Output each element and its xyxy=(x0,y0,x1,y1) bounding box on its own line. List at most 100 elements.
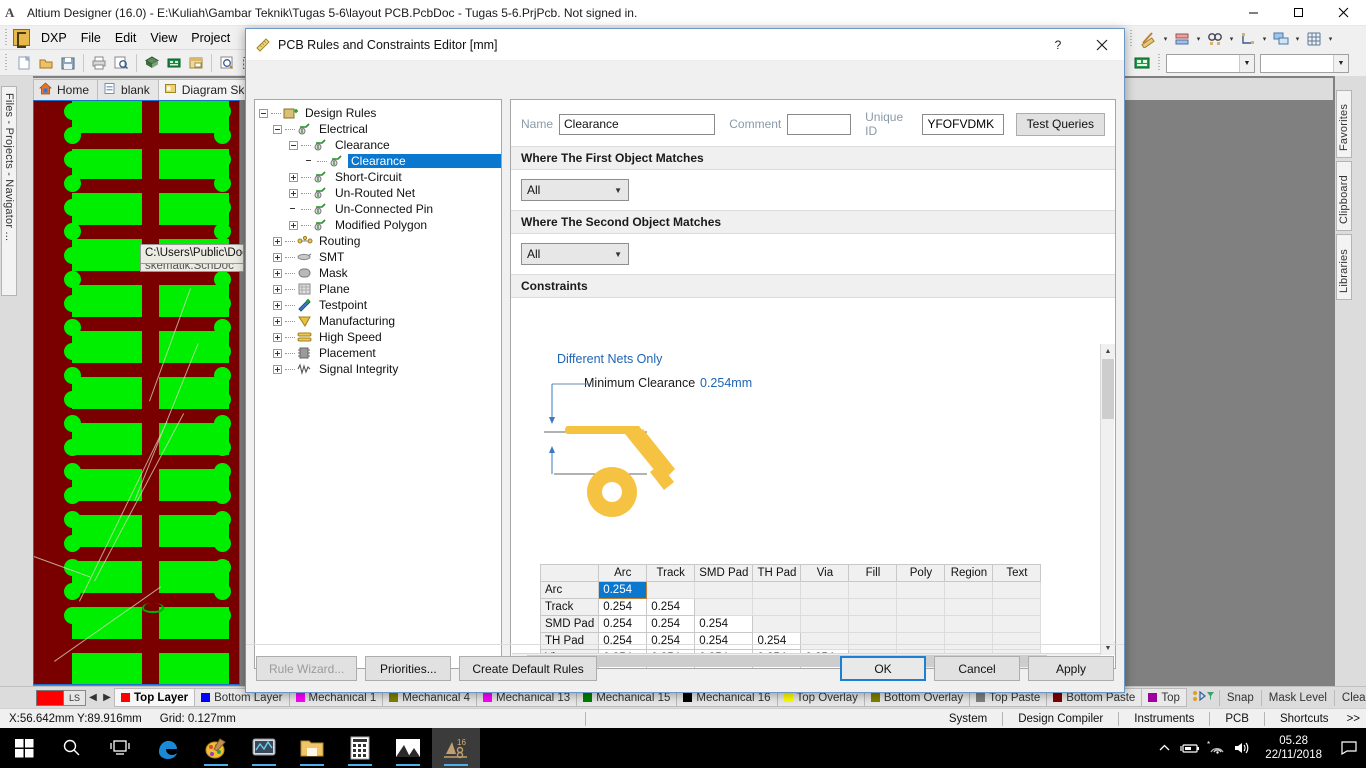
tree-item-short-circuit[interactable]: Short-Circuit xyxy=(255,169,501,185)
menu-dxp[interactable]: DXP xyxy=(34,28,74,48)
tree-item-mask[interactable]: Mask xyxy=(255,265,501,281)
layer-color-swatch[interactable] xyxy=(36,689,64,706)
layer-combo-1[interactable]: ▼ xyxy=(1166,53,1255,73)
expander-minus-icon-2[interactable] xyxy=(273,124,282,134)
taskbar-clock[interactable]: 05.28 22/11/2018 xyxy=(1255,734,1332,762)
layer-tab-top-layer[interactable]: Top Layer xyxy=(114,688,196,707)
grid-dropdown-icon[interactable]: ▾ xyxy=(1325,28,1336,50)
arrange-icon[interactable] xyxy=(1270,28,1292,50)
tree-item-plane[interactable]: Plane xyxy=(255,281,501,297)
tree-item-routing[interactable]: Routing xyxy=(255,233,501,249)
dialog-close-icon[interactable] xyxy=(1080,29,1124,61)
expander-minus-icon-3[interactable] xyxy=(289,140,298,150)
tree-item-testpoint[interactable]: Testpoint xyxy=(255,297,501,313)
filter-icon[interactable] xyxy=(1185,690,1219,705)
matrix-col-via[interactable]: Via xyxy=(800,564,850,582)
status-system-button[interactable]: System xyxy=(940,713,996,725)
mask-level-button[interactable]: Mask Level xyxy=(1260,689,1334,706)
windows-start-icon[interactable] xyxy=(0,728,48,768)
menu-view[interactable]: View xyxy=(143,28,184,48)
chevron-down-icon-second[interactable]: ▼ xyxy=(614,250,622,259)
tree-item-electrical[interactable]: Electrical xyxy=(255,121,501,137)
dimension-dropdown-icon[interactable]: ▾ xyxy=(1259,28,1270,50)
pcb-green-icon[interactable] xyxy=(1131,52,1153,74)
matrix-cell-smd-track[interactable]: 0.254 xyxy=(646,615,696,633)
doc-tab-blank[interactable]: blank xyxy=(97,79,159,100)
expander-plus-icon-manufacturing[interactable] xyxy=(273,316,282,326)
status-design-compiler-button[interactable]: Design Compiler xyxy=(1009,713,1112,725)
maximize-icon[interactable] xyxy=(1276,0,1321,26)
matrix-cell-smd-arc[interactable]: 0.254 xyxy=(598,615,648,633)
unique-id-input[interactable]: YFOFVDMK xyxy=(922,113,1004,135)
save-icon[interactable] xyxy=(57,52,79,74)
find-similar-icon[interactable] xyxy=(1204,28,1226,50)
matrix-col-poly[interactable]: Poly xyxy=(896,564,946,582)
file-explorer-icon[interactable] xyxy=(288,728,336,768)
constraints-vertical-scrollbar[interactable]: ▲ ▼ xyxy=(1100,344,1115,655)
expander-plus-icon-modified-polygon[interactable] xyxy=(289,220,298,230)
chevron-down-icon[interactable]: ▼ xyxy=(1239,54,1254,72)
tree-item-design-rules[interactable]: Design Rules xyxy=(255,105,501,121)
layer-tab-top[interactable]: Top xyxy=(1141,688,1187,707)
layer-sets-button[interactable]: LS xyxy=(64,689,86,706)
priorities-button[interactable]: Priorities... xyxy=(365,656,452,681)
tree-item-un-routed-net[interactable]: Un-Routed Net xyxy=(255,185,501,201)
wifi-icon[interactable]: * xyxy=(1203,728,1229,768)
expander-minus-icon[interactable] xyxy=(259,108,268,118)
layer-combo-2[interactable]: ▼ xyxy=(1260,53,1349,73)
open-folder-icon[interactable] xyxy=(35,52,57,74)
matrix-cell-arc-arc[interactable]: 0.254 xyxy=(598,581,648,599)
expander-plus-icon-high-speed[interactable] xyxy=(273,332,282,342)
expander-plus-icon-unrouted[interactable] xyxy=(289,188,298,198)
status-shortcuts-button[interactable]: Shortcuts xyxy=(1271,713,1338,725)
edge-icon[interactable] xyxy=(144,728,192,768)
chevron-down-icon-2[interactable]: ▼ xyxy=(1333,54,1348,72)
grid-icon[interactable] xyxy=(1303,28,1325,50)
dock-tab-clipboard[interactable]: Clipboard xyxy=(1336,161,1352,231)
show-hidden-icons-icon[interactable] xyxy=(1151,728,1177,768)
expander-plus-icon-placement[interactable] xyxy=(273,348,282,358)
cancel-button[interactable]: Cancel xyxy=(934,656,1020,681)
media-icon[interactable] xyxy=(240,728,288,768)
menu-edit[interactable]: Edit xyxy=(108,28,144,48)
paint-icon[interactable] xyxy=(192,728,240,768)
tree-item-modified-polygon[interactable]: Modified Polygon xyxy=(255,217,501,233)
chevron-left-icon[interactable]: ◀ xyxy=(86,692,100,703)
toolbar-grip-2[interactable] xyxy=(3,53,10,72)
align-dropdown-icon[interactable]: ▾ xyxy=(1193,28,1204,50)
doc-tab-home[interactable]: Home xyxy=(33,79,99,100)
matrix-col-arc[interactable]: Arc xyxy=(598,564,648,582)
matrix-col-text[interactable]: Text xyxy=(992,564,1042,582)
window-icon[interactable] xyxy=(185,52,207,74)
align-icon[interactable] xyxy=(1171,28,1193,50)
snap-button[interactable]: Snap xyxy=(1218,689,1261,706)
matrix-cell-smd-smd[interactable]: 0.254 xyxy=(694,615,754,633)
tree-item-clearance-group[interactable]: Clearance xyxy=(255,137,501,153)
matrix-col-smd-pad[interactable]: SMD Pad xyxy=(694,564,754,582)
expander-plus-icon-smt[interactable] xyxy=(273,252,282,262)
matrix-cell-track-arc[interactable]: 0.254 xyxy=(598,598,648,616)
minimize-icon[interactable] xyxy=(1231,0,1276,26)
action-center-icon[interactable] xyxy=(1332,728,1366,768)
create-default-rules-button[interactable]: Create Default Rules xyxy=(459,656,597,681)
close-icon[interactable] xyxy=(1321,0,1366,26)
zoom-icon[interactable] xyxy=(216,52,238,74)
chevron-down-icon-first[interactable]: ▼ xyxy=(614,186,622,195)
rules-tree[interactable]: Design Rules Electrical Clearance Cleara… xyxy=(254,99,502,669)
name-input[interactable]: Clearance xyxy=(559,113,716,135)
test-queries-button[interactable]: Test Queries xyxy=(1015,112,1106,136)
tree-item-signal-integrity[interactable]: Signal Integrity xyxy=(255,361,501,377)
pcb-3d-icon[interactable] xyxy=(141,52,163,74)
matrix-col-th-pad[interactable]: TH Pad xyxy=(752,564,802,582)
volume-icon[interactable] xyxy=(1229,728,1255,768)
measure-dropdown-icon[interactable]: ▾ xyxy=(1160,28,1171,50)
toolbar-grip-3[interactable] xyxy=(1128,30,1135,48)
tree-item-clearance-rule[interactable]: Clearance xyxy=(255,153,501,169)
measure-icon[interactable] xyxy=(1138,28,1160,50)
second-object-scope-select[interactable]: All ▼ xyxy=(521,243,629,265)
new-document-icon[interactable] xyxy=(13,52,35,74)
expander-plus-icon-mask[interactable] xyxy=(273,268,282,278)
find-similar-dropdown-icon[interactable]: ▾ xyxy=(1226,28,1237,50)
clear-button[interactable]: Clear xyxy=(1333,689,1366,706)
ok-button[interactable]: OK xyxy=(840,656,926,681)
